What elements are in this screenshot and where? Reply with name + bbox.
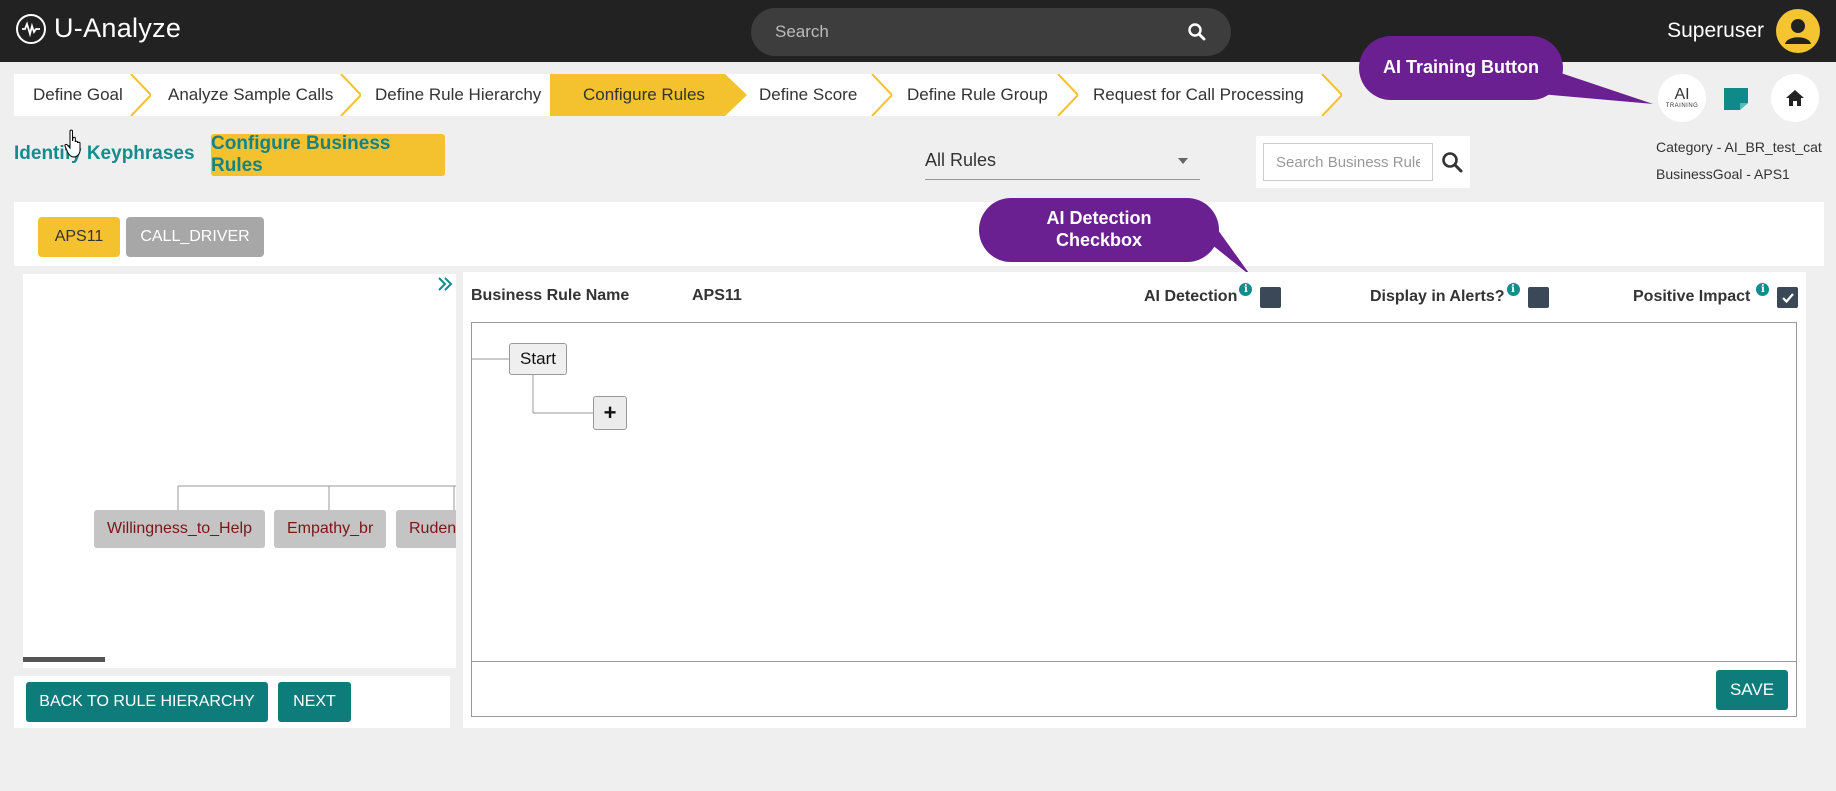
category-label: Category - AI_BR_test_cat xyxy=(1656,139,1822,155)
start-node[interactable]: Start xyxy=(509,343,567,375)
rule-editor-footer xyxy=(471,661,1797,717)
configure-business-rules-button[interactable]: Configure Business Rules xyxy=(211,133,445,176)
user-name: Superuser xyxy=(1667,19,1764,42)
tag-call-driver[interactable]: CALL_DRIVER xyxy=(126,217,264,257)
top-bar: U-Analyze Superuser xyxy=(0,0,1836,62)
double-chevron-right-icon[interactable] xyxy=(436,274,454,294)
step-label: Analyze Sample Calls xyxy=(168,85,334,104)
step-label: Request for Call Processing xyxy=(1093,85,1304,104)
chevron-right-icon xyxy=(1056,74,1078,116)
back-to-rule-hierarchy-button[interactable]: BACK TO RULE HIERARCHY xyxy=(26,682,268,722)
step-label: Define Score xyxy=(759,85,858,104)
positive-impact-label: Positive Impact xyxy=(1633,288,1751,305)
global-search-input[interactable] xyxy=(775,22,1187,42)
add-condition-button[interactable]: + xyxy=(593,396,627,430)
step-analyze-sample-calls[interactable]: Analyze Sample Calls xyxy=(129,74,361,116)
callout-text-line1: AI Detection xyxy=(1046,208,1152,229)
hierarchy-node[interactable]: Empathy_br xyxy=(274,510,387,548)
hierarchy-node[interactable]: Willingness_to_Help xyxy=(94,510,265,548)
rules-filter-value: All Rules xyxy=(925,150,997,170)
search-icon[interactable] xyxy=(1187,22,1207,42)
step-label: Define Goal xyxy=(33,85,123,104)
rule-builder-canvas[interactable]: Start + xyxy=(471,322,1797,661)
step-label: Configure Rules xyxy=(583,85,705,104)
home-icon xyxy=(1786,90,1804,106)
ai-button-sublabel: TRAINING xyxy=(1665,103,1699,109)
step-define-rule-hierarchy[interactable]: Define Rule Hierarchy xyxy=(339,74,572,116)
chevron-right-icon xyxy=(870,74,892,116)
business-rule-name-value: APS11 xyxy=(692,287,742,304)
waveform-icon xyxy=(16,13,46,44)
positive-impact-flag: Positive Impact i xyxy=(1633,283,1799,308)
display-in-alerts-checkbox[interactable] xyxy=(1527,287,1549,308)
business-goal-label: BusinessGoal - APS1 xyxy=(1656,166,1790,182)
info-icon[interactable]: i xyxy=(1239,283,1253,296)
workflow-steps: Define Goal Analyze Sample Calls Define … xyxy=(14,74,1342,116)
display-in-alerts-label: Display in Alerts? xyxy=(1370,288,1505,305)
hand-cursor-icon xyxy=(64,129,81,158)
hierarchy-connectors xyxy=(177,485,456,510)
info-icon[interactable]: i xyxy=(1756,283,1770,296)
save-button[interactable]: SAVE xyxy=(1716,670,1788,710)
step-label: Define Rule Hierarchy xyxy=(375,85,542,104)
step-request-call-processing[interactable]: Request for Call Processing xyxy=(1056,74,1342,116)
callout-text-line2: Checkbox xyxy=(1055,230,1143,250)
note-icon[interactable] xyxy=(1722,86,1750,112)
user-menu[interactable]: Superuser xyxy=(1667,9,1820,53)
step-configure-rules[interactable]: Configure Rules xyxy=(550,74,747,116)
step-define-rule-group[interactable]: Define Rule Group xyxy=(870,74,1078,116)
home-button[interactable] xyxy=(1771,74,1819,122)
chevron-right-icon xyxy=(129,74,151,116)
app-title: U-Analyze xyxy=(54,13,182,43)
identify-keyphrases-link[interactable]: Identify Keyphrases xyxy=(14,143,195,165)
next-button[interactable]: NEXT xyxy=(278,682,351,722)
business-rules-search xyxy=(1256,136,1470,188)
chevron-right-icon xyxy=(550,74,572,116)
ai-detection-callout: AI Detection Checkbox xyxy=(979,198,1219,262)
tag-aps11[interactable]: APS11 xyxy=(38,217,120,257)
ai-button-label: AI xyxy=(1674,86,1690,103)
ai-training-callout: AI Training Button xyxy=(1359,36,1563,100)
rule-tags-bar: APS11 CALL_DRIVER xyxy=(14,202,1824,266)
dropdown-arrow-icon xyxy=(1178,157,1188,164)
rule-editor-panel: Business Rule Name APS11 AI Detection i … xyxy=(463,272,1806,728)
checkmark-icon xyxy=(1782,292,1794,303)
ai-detection-checkbox[interactable] xyxy=(1260,287,1282,308)
positive-impact-checkbox[interactable] xyxy=(1777,287,1799,308)
display-in-alerts-flag: Display in Alerts? i xyxy=(1370,283,1549,308)
ai-detection-flag: AI Detection i xyxy=(1144,283,1282,308)
global-search[interactable] xyxy=(751,8,1231,56)
business-rule-name-label: Business Rule Name xyxy=(471,287,630,304)
hierarchy-node[interactable]: Rudene xyxy=(396,510,456,548)
ai-detection-label: AI Detection xyxy=(1144,288,1238,305)
category-info: Category - AI_BR_test_cat BusinessGoal -… xyxy=(1656,134,1822,188)
chevron-right-icon xyxy=(1320,74,1342,116)
chevron-right-icon xyxy=(725,74,747,116)
app-logo[interactable]: U-Analyze xyxy=(16,13,181,44)
callout-pointer xyxy=(1540,66,1653,104)
user-avatar-icon[interactable] xyxy=(1776,9,1820,53)
horizontal-scrollbar[interactable] xyxy=(23,657,105,662)
ai-training-button[interactable]: AI TRAINING xyxy=(1658,74,1706,122)
step-label: Define Rule Group xyxy=(907,85,1048,104)
search-icon[interactable] xyxy=(1441,151,1463,173)
rule-connectors xyxy=(472,358,593,414)
callout-text: AI Training Button xyxy=(1383,57,1539,78)
business-rules-search-input[interactable] xyxy=(1263,143,1433,181)
rule-hierarchy-panel[interactable]: Willingness_to_Help Empathy_br Rudene xyxy=(23,274,456,668)
step-define-goal[interactable]: Define Goal xyxy=(14,74,151,116)
chevron-right-icon xyxy=(339,74,361,116)
info-icon[interactable]: i xyxy=(1506,283,1520,296)
rules-filter-select[interactable]: All Rules xyxy=(925,142,1200,180)
